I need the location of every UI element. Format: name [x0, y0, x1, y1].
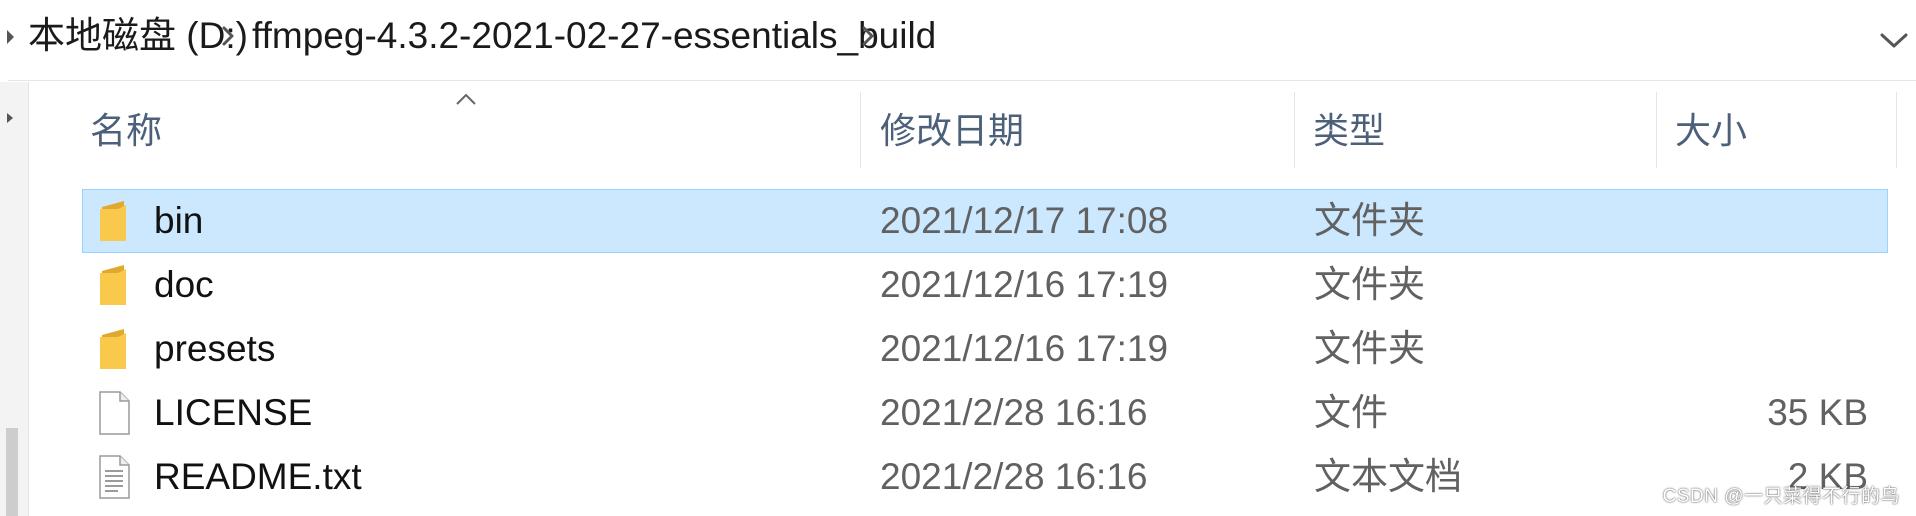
file-name[interactable]: bin — [154, 189, 203, 253]
column-header-date[interactable]: 修改日期 — [880, 100, 1024, 162]
file-type: 文件夹 — [1314, 264, 1425, 305]
column-divider[interactable] — [1294, 92, 1295, 168]
column-header-size[interactable]: 大小 — [1675, 100, 1747, 162]
text-file-icon — [99, 455, 130, 499]
file-name[interactable]: LICENSE — [154, 381, 312, 445]
chevron-right-icon[interactable] — [218, 22, 238, 50]
column-divider[interactable] — [1656, 92, 1657, 168]
breadcrumb-drive[interactable]: 本地磁盘 (D:) — [28, 10, 248, 62]
file-type: 文件夹 — [1314, 328, 1425, 369]
column-divider[interactable] — [860, 92, 861, 168]
scroll-up-icon[interactable] — [6, 112, 14, 124]
folder-icon — [100, 201, 126, 241]
file-row-readme[interactable]: README.txt 2021/2/28 16:16 文本文档 2 KB — [82, 445, 1888, 509]
file-type: 文本文档 — [1314, 456, 1462, 497]
folder-icon — [100, 329, 126, 369]
folder-icon — [100, 265, 126, 305]
column-header-type[interactable]: 类型 — [1313, 100, 1385, 162]
file-row-presets[interactable]: presets 2021/12/16 17:19 文件夹 — [82, 317, 1888, 381]
file-size: 35 KB — [1767, 392, 1868, 433]
chevron-right-icon[interactable] — [4, 26, 18, 48]
column-divider[interactable] — [1896, 92, 1897, 168]
chevron-right-icon[interactable] — [858, 22, 878, 50]
file-date: 2021/2/28 16:16 — [880, 392, 1148, 433]
pane-divider[interactable] — [28, 82, 29, 516]
file-date: 2021/12/16 17:19 — [880, 264, 1169, 305]
breadcrumb-folder[interactable]: ffmpeg-4.3.2-2021-02-27-essentials_build — [252, 10, 936, 62]
column-header-name[interactable]: 名称 — [90, 100, 162, 162]
file-type: 文件 — [1314, 392, 1388, 433]
file-name[interactable]: README.txt — [154, 445, 362, 509]
file-icon — [99, 391, 130, 435]
watermark: CSDN @一只菜得不行的鸟 — [1662, 486, 1900, 507]
scrollbar-thumb[interactable] — [6, 428, 18, 516]
chevron-down-icon[interactable] — [1876, 28, 1912, 52]
file-date: 2021/12/16 17:19 — [880, 328, 1169, 369]
file-date: 2021/12/17 17:08 — [880, 200, 1169, 241]
file-name[interactable]: presets — [154, 317, 275, 381]
file-name[interactable]: doc — [154, 253, 214, 317]
file-row-bin[interactable]: bin 2021/12/17 17:08 文件夹 — [82, 189, 1888, 253]
divider — [8, 80, 1916, 81]
file-row-license[interactable]: LICENSE 2021/2/28 16:16 文件 35 KB — [82, 381, 1888, 445]
file-type: 文件夹 — [1314, 200, 1425, 241]
sort-ascending-icon — [456, 93, 476, 105]
file-date: 2021/2/28 16:16 — [880, 456, 1148, 497]
address-bar[interactable]: 本地磁盘 (D:) ffmpeg-4.3.2-2021-02-27-essent… — [0, 0, 1916, 80]
file-row-doc[interactable]: doc 2021/12/16 17:19 文件夹 — [82, 253, 1888, 317]
